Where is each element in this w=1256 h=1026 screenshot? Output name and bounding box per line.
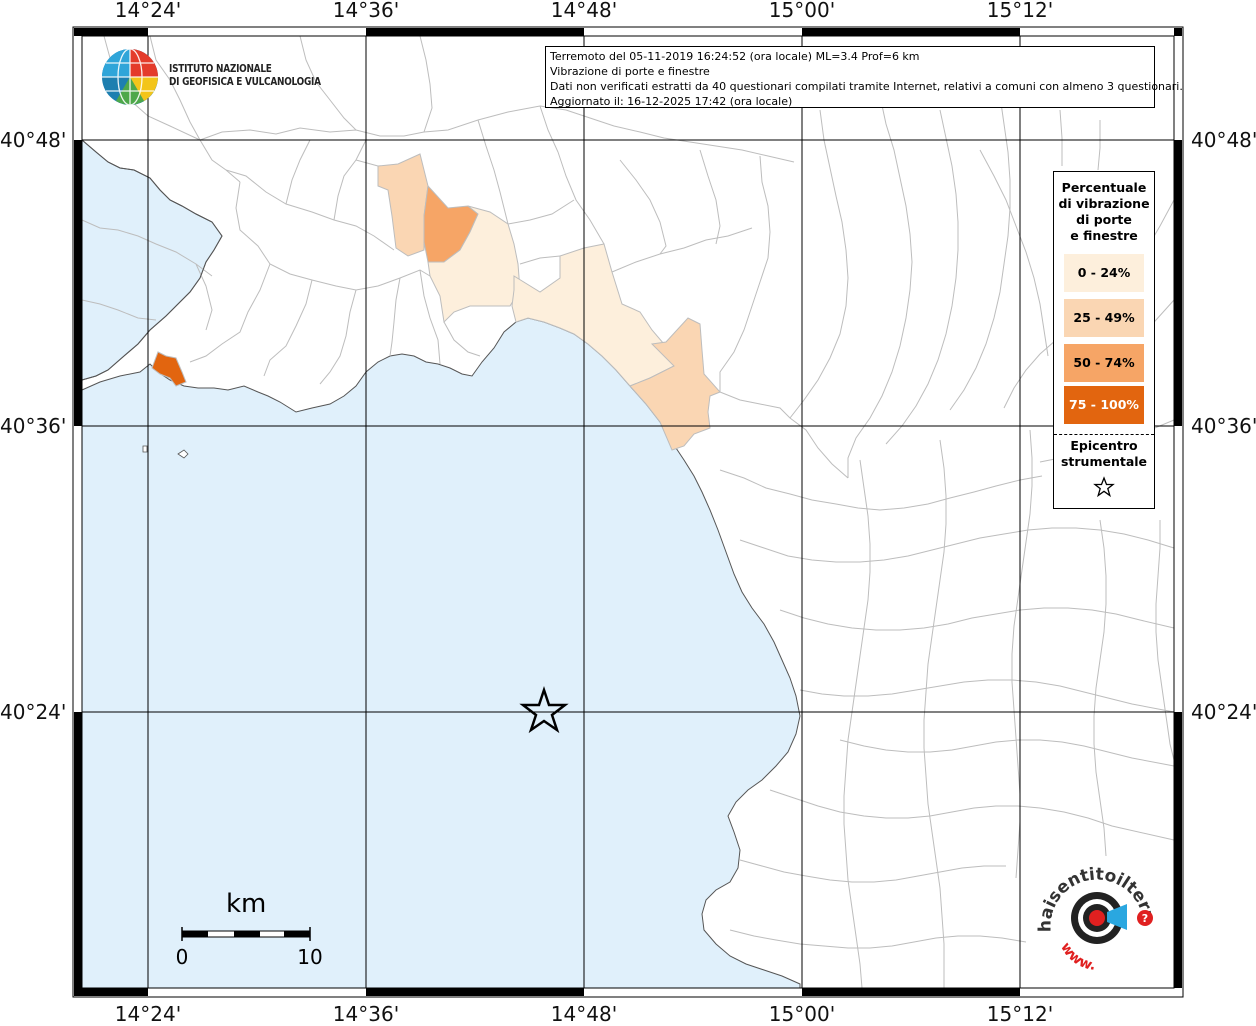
event-parameter: Vibrazione di porte e finestre (550, 65, 710, 78)
scale-end: 10 (297, 945, 323, 969)
legend-title: Percentuale di vibrazione di porte e fin… (1054, 180, 1154, 244)
lon-label-top: 15°12' (986, 0, 1054, 22)
legend-title-line: Percentuale (1061, 180, 1147, 195)
legend-title-line: di porte (1076, 212, 1132, 227)
lon-label-top: 14°36' (332, 0, 400, 22)
svg-text:?: ? (1142, 912, 1148, 925)
lon-label-bottom: 14°24' (114, 1002, 182, 1026)
svg-text:www.: www. (1057, 940, 1096, 974)
lon-label-bottom: 14°36' (332, 1002, 400, 1026)
scale-start: 0 (175, 945, 189, 969)
scale-unit: km (226, 889, 267, 919)
ingv-logo-text: ISTITUTO NAZIONALE DI GEOFISICA E VULCAN… (169, 63, 321, 89)
legend-star-icon (1093, 476, 1115, 498)
lat-label-right: 40°48' (1191, 128, 1256, 152)
legend-epicenter-label: Epicentro strumentale (1054, 438, 1154, 470)
lat-label-left: 40°24' (0, 700, 67, 724)
legend: Percentuale di vibrazione di porte e fin… (1053, 171, 1155, 509)
lat-label-left: 40°36' (0, 414, 67, 438)
haisentito-www: www. (1057, 940, 1096, 974)
lat-label-left: 40°48' (0, 128, 67, 152)
legend-epi-line: Epicentro (1070, 438, 1138, 453)
legend-title-line: e finestre (1070, 228, 1138, 243)
legend-swatch-0-24: 0 - 24% (1064, 254, 1144, 292)
island (142, 445, 148, 453)
legend-title-line: di vibrazione (1058, 196, 1150, 211)
lon-label-top: 14°48' (550, 0, 618, 22)
lon-label-bottom: 15°12' (986, 1002, 1054, 1026)
lon-label-top: 14°24' (114, 0, 182, 22)
lon-label-top: 15°00' (768, 0, 836, 22)
legend-swatch-75-100: 75 - 100% (1064, 386, 1144, 424)
event-info-box: Terremoto del 05-11-2019 16:24:52 (ora l… (545, 46, 1183, 108)
legend-swatch-25-49: 25 - 49% (1064, 299, 1144, 337)
event-updated: Aggiornato il: 16-12-2025 17:42 (ora loc… (550, 95, 793, 108)
legend-separator (1054, 434, 1154, 435)
lat-label-right: 40°24' (1191, 700, 1256, 724)
event-title: Terremoto del 05-11-2019 16:24:52 (ora l… (550, 50, 920, 63)
legend-epi-line: strumentale (1060, 454, 1148, 469)
ingv-line1: ISTITUTO NAZIONALE (169, 63, 272, 75)
lon-label-bottom: 14°48' (550, 1002, 618, 1026)
haisentito-logo[interactable]: haisentitoilterremoto.it www. ? (1033, 864, 1163, 974)
ingv-line2: DI GEOFISICA E VULCANOLOGIA (169, 76, 321, 88)
ingv-logo (102, 48, 158, 106)
legend-swatch-50-74: 50 - 74% (1064, 344, 1144, 382)
lat-label-right: 40°36' (1191, 414, 1256, 438)
event-disclaimer: Dati non verificati estratti da 40 quest… (550, 80, 1183, 93)
lon-label-bottom: 15°00' (768, 1002, 836, 1026)
